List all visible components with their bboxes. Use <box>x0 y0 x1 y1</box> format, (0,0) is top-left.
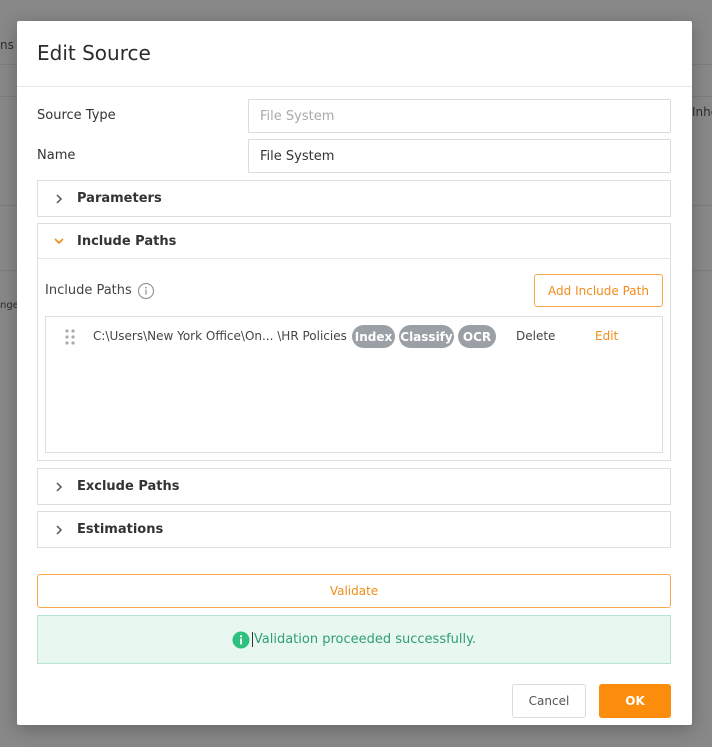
include-path-value: C:\Users\New York Office\On... \HR Polic… <box>93 329 347 343</box>
chevron-down-icon <box>52 234 66 248</box>
parameters-panel-title: Parameters <box>77 191 162 206</box>
add-include-path-button[interactable]: Add Include Path <box>534 274 663 307</box>
validation-success-alert: Validation proceeded successfully. <box>37 615 671 664</box>
estimations-panel-header[interactable]: Estimations <box>38 512 670 547</box>
parameters-panel-header[interactable]: Parameters <box>38 181 670 216</box>
parameters-panel: Parameters <box>37 180 671 217</box>
tag-ocr: OCR <box>458 325 496 348</box>
validate-button[interactable]: Validate <box>37 574 671 608</box>
drag-handle-icon[interactable] <box>65 329 75 345</box>
source-type-field <box>248 99 671 133</box>
include-paths-label: Include Paths <box>45 283 132 298</box>
info-icon[interactable] <box>137 282 155 300</box>
include-paths-panel-body: Include Paths Add Include Path C:\Users\… <box>38 259 670 460</box>
include-paths-panel: Include Paths Include Paths Add Include … <box>37 223 671 461</box>
source-type-label: Source Type <box>37 108 116 123</box>
include-paths-list: C:\Users\New York Office\On... \HR Polic… <box>45 316 663 453</box>
edit-path-button[interactable]: Edit <box>595 329 618 343</box>
tag-classify: Classify <box>399 325 454 348</box>
chevron-right-icon <box>52 523 66 537</box>
chevron-right-icon <box>52 192 66 206</box>
estimations-panel-title: Estimations <box>77 522 164 537</box>
cancel-button[interactable]: Cancel <box>512 684 586 718</box>
include-paths-panel-title: Include Paths <box>77 233 177 249</box>
exclude-paths-panel: Exclude Paths <box>37 468 671 505</box>
chevron-right-icon <box>52 480 66 494</box>
estimations-panel: Estimations <box>37 511 671 548</box>
exclude-paths-panel-header[interactable]: Exclude Paths <box>38 469 670 504</box>
name-input[interactable] <box>248 139 671 173</box>
edit-source-dialog: Edit Source Source Type Name Parameters … <box>17 21 692 725</box>
tag-index: Index <box>352 325 395 348</box>
dialog-title: Edit Source <box>37 41 151 65</box>
delete-path-button[interactable]: Delete <box>516 329 555 343</box>
exclude-paths-panel-title: Exclude Paths <box>77 479 180 494</box>
list-item: C:\Users\New York Office\On... \HR Polic… <box>46 325 662 349</box>
name-label: Name <box>37 148 76 163</box>
include-paths-panel-header[interactable]: Include Paths <box>38 224 670 259</box>
alert-message: Validation proceeded successfully. <box>251 632 477 647</box>
info-filled-icon <box>232 631 250 649</box>
title-divider <box>17 86 692 87</box>
ok-button[interactable]: OK <box>599 684 671 718</box>
